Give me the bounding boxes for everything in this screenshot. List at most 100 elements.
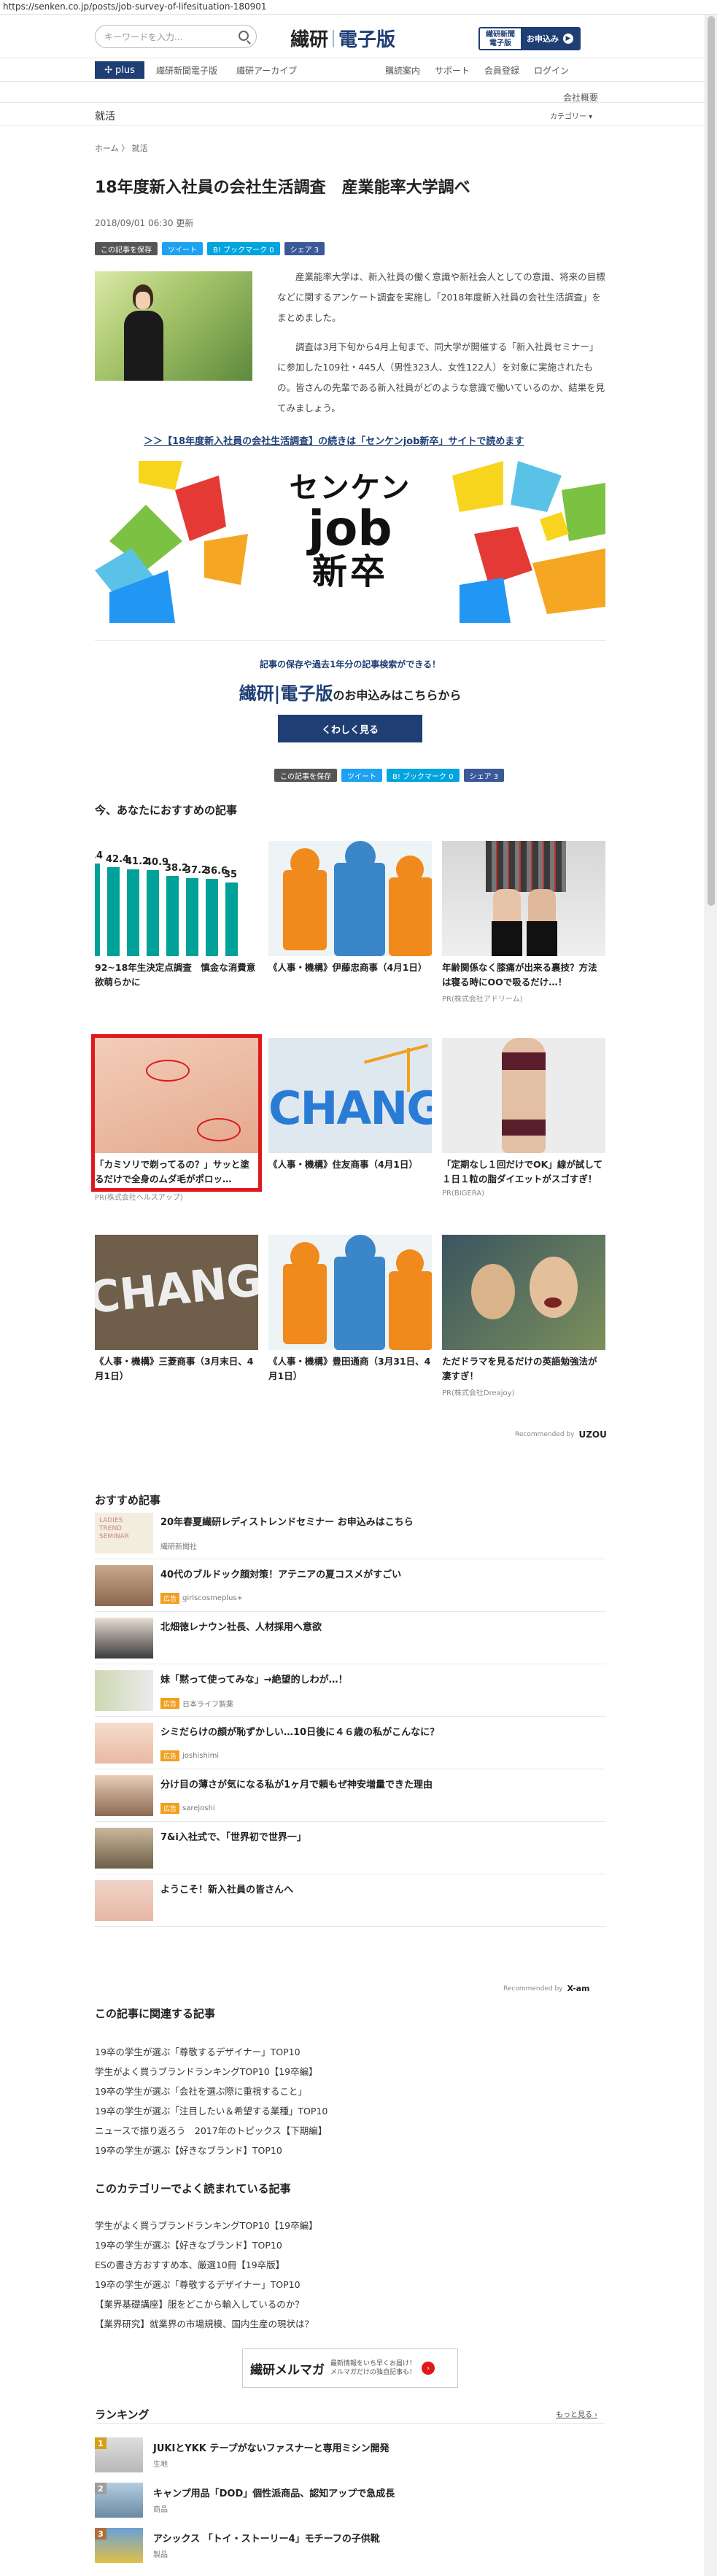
rec-card[interactable]: CHANG 《人事・機構》三菱商事（3月末日、4月1日） bbox=[95, 1235, 258, 1384]
rec-card[interactable]: CHANG 《人事・機構》住友商事（4月1日） bbox=[268, 1038, 432, 1172]
rec-card-image-change2: CHANG bbox=[95, 1235, 258, 1350]
related-link[interactable]: ニュースで振り返ろう 2017年のトピックス【下期編】 bbox=[95, 2121, 328, 2141]
subscribe-label-wrap: お申込み ▶ bbox=[521, 28, 579, 49]
plus-button[interactable]: ✢ plus bbox=[95, 61, 144, 79]
nav-bar: ✢ plus 繊研新聞電子版 繊研アーカイブ 購読案内 サポート 会員登録 ログイ… bbox=[0, 58, 705, 82]
list-item-source-name: girlscosmeplus+ bbox=[182, 1594, 244, 1602]
banner-line-3: 新卒 bbox=[311, 551, 388, 592]
arrow-right-icon: ▶ bbox=[563, 34, 573, 44]
rec-card-ad[interactable]: 「定期なし１回だけでOK」線が試して１日１粒の脂ダイエットがスゴすぎ！ PR(B… bbox=[442, 1038, 605, 1198]
nav-item-subscription[interactable]: 購読案内 bbox=[385, 64, 420, 77]
popular-link[interactable]: 19卒の学生が選ぶ「尊敬するデザイナー」TOP10 bbox=[95, 2275, 318, 2294]
rec-card-pr: PR(株式会社アドリーム) bbox=[442, 996, 523, 1004]
list-item-title: 分け目の薄さが気になる私が1ヶ月で頼もぜ神安増量できた理由 bbox=[160, 1780, 433, 1791]
facebook-share-button-bottom[interactable]: シェア 3 bbox=[463, 769, 505, 782]
popular-link[interactable]: 【業界基礎講座】服をどこから輸入しているのか？ bbox=[95, 2294, 318, 2314]
save-article-button[interactable]: この記事を保存 bbox=[95, 242, 158, 255]
nav-item-support[interactable]: サポート bbox=[435, 64, 470, 77]
list-item[interactable]: 北畑徳レナウン社長、人材採用へ意欲 bbox=[95, 1612, 605, 1664]
page-title: 18年度新入社員の会社生活調査 産業能率大学調べ bbox=[95, 179, 470, 197]
list-item-title: シミだらけの顔が恥ずかしい…10日後に４６歳の私がこんなに？ bbox=[160, 1727, 440, 1738]
ranking-item[interactable]: 3 アシックス 「トイ・ストーリー4」モチーフの子供靴 製品 bbox=[95, 2523, 605, 2567]
rec-card[interactable]: 《人事・機構》豊田通商（3月31日、4月1日） bbox=[268, 1235, 432, 1384]
rec-card-ad-highlighted[interactable]: 「カミソリで剃ってるの？」サッと塗るだけで全身のムダ毛がポロッ… PR(株式会社… bbox=[91, 1034, 262, 1202]
rank-number: 3 bbox=[95, 2528, 106, 2540]
list-item[interactable]: 40代のブルドック顔対策！アテニアの夏コスメがすごい 広告 girlscosmep… bbox=[95, 1559, 605, 1612]
ranking-item[interactable]: 1 JUKIとYKK テープがないファスナーと専用ミシン開発 生地 bbox=[95, 2433, 605, 2477]
hatena-button[interactable]: B! ブックマーク 0 bbox=[207, 242, 280, 255]
list-item[interactable]: 7&i入社式で、「世界初で世界一」 bbox=[95, 1822, 605, 1874]
related-link[interactable]: 19卒の学生が選ぶ「会社を選ぶ際に重視すること」 bbox=[95, 2082, 328, 2101]
chart-bar bbox=[95, 863, 100, 956]
search-icon[interactable] bbox=[239, 31, 249, 41]
category-dropdown[interactable]: カテゴリー ▾ bbox=[550, 110, 592, 121]
list-item-thumb bbox=[95, 1828, 153, 1869]
popular-link[interactable]: 【業界研究】就業界の市場規模、国内生産の現状は？ bbox=[95, 2314, 318, 2334]
promo-details-button[interactable]: くわしく見る bbox=[278, 715, 422, 742]
nav-item-archive[interactable]: 繊研アーカイブ bbox=[236, 64, 297, 77]
uzou-credit[interactable]: Recommended by UZOU bbox=[515, 1429, 607, 1440]
xam-credit[interactable]: Recommended by X-am bbox=[503, 1984, 590, 1993]
list-item-title: 妹「黙って使ってみな」→絶望的しわが…！ bbox=[160, 1675, 348, 1685]
ranking-heading: ランキング bbox=[95, 2408, 150, 2421]
nav-item-denshiban[interactable]: 繊研新聞電子版 bbox=[156, 64, 217, 77]
nav-item-register[interactable]: 会員登録 bbox=[484, 64, 519, 77]
list-item[interactable]: 分け目の薄さが気になる私が1ヶ月で頼もぜ神安増量できた理由 広告 sarejosh… bbox=[95, 1769, 605, 1822]
address-bar[interactable]: https://senken.co.jp/posts/job-survey-of… bbox=[0, 0, 717, 15]
rec-card-image-body bbox=[442, 1038, 605, 1153]
nav-item-login[interactable]: ログイン bbox=[534, 64, 569, 77]
popular-link[interactable]: 学生がよく買うブランドランキングTOP10【19卒編】 bbox=[95, 2216, 318, 2235]
lead-paragraph-2: 調査は3月下旬から4月上旬まで、同大学が開催する「新入社員セミナー」に参加した1… bbox=[277, 341, 605, 414]
nav-right: 購読案内 サポート 会員登録 ログイン bbox=[385, 64, 569, 77]
rec-card[interactable]: 《人事・機構》伊藤忠商事（4月1日） bbox=[268, 841, 432, 975]
subscribe-button[interactable]: 繊研新聞 電子版 お申込み ▶ bbox=[478, 27, 581, 50]
tweet-button-bottom[interactable]: ツイート bbox=[341, 769, 382, 782]
list-item[interactable]: シミだらけの顔が恥ずかしい…10日後に４６歳の私がこんなに？ 広告 joshish… bbox=[95, 1717, 605, 1769]
scrollbar[interactable] bbox=[705, 15, 717, 2576]
ranking-more-link[interactable]: もっと見る › bbox=[556, 2408, 597, 2419]
related-link[interactable]: 19卒の学生が選ぶ「尊敬するデザイナー」TOP10 bbox=[95, 2042, 328, 2062]
rec-card-pr: PR(BIGERA) bbox=[442, 1190, 485, 1198]
list-item-thumb bbox=[95, 1880, 153, 1921]
mailmagazine-banner[interactable]: 繊研メルマガ 最新情報をいち早くお届け！ メルマガだけの独自記事も！ › bbox=[242, 2348, 458, 2388]
list-item-title: 40代のブルドック顔対策！アテニアの夏コスメがすごい bbox=[160, 1570, 402, 1580]
chart-bar bbox=[147, 869, 159, 956]
ranking-item[interactable]: 2 キャンプ用品「DOD」個性派商品、認知アップで急成長 商品 bbox=[95, 2478, 605, 2522]
popular-link[interactable]: ESの書き方おすすめ本、厳選10冊【19卒版】 bbox=[95, 2255, 318, 2275]
related-link[interactable]: 学生がよく買うブランドランキングTOP10【19卒編】 bbox=[95, 2062, 328, 2082]
article-date: 2018/09/01 06:30 更新 bbox=[95, 218, 194, 228]
related-link[interactable]: 19卒の学生が選ぶ【好きなブランド】TOP10 bbox=[95, 2141, 328, 2160]
ranking-source: 生地 bbox=[153, 2461, 168, 2469]
site-logo[interactable]: 繊研 電子版 bbox=[290, 25, 395, 52]
subscribe-label: お申込み bbox=[527, 34, 559, 44]
logo-right: 電子版 bbox=[338, 29, 396, 51]
recommended-by-label-2: Recommended by bbox=[503, 1985, 563, 1993]
popular-list: 学生がよく買うブランドランキングTOP10【19卒編】 19卒の学生が選ぶ【好き… bbox=[95, 2216, 318, 2334]
rank-number: 1 bbox=[95, 2437, 106, 2449]
continue-reading-link[interactable]: ＞＞【18年度新入社員の会社生活調査】の続きは「センケンjob新卒」サイトで読め… bbox=[144, 433, 524, 447]
change-text-2: CHANG bbox=[95, 1254, 258, 1324]
facebook-share-button[interactable]: シェア 3 bbox=[284, 242, 325, 255]
nav-left: 繊研新聞電子版 繊研アーカイブ bbox=[156, 64, 297, 77]
list-item[interactable]: 妹「黙って使ってみな」→絶望的しわが…！ 広告 日本ライフ製薬 bbox=[95, 1664, 605, 1717]
tweet-button[interactable]: ツイート bbox=[162, 242, 203, 255]
list-item-thumb bbox=[95, 1670, 153, 1711]
rec-card-caption: 《人事・機構》三菱商事（3月末日、4月1日） bbox=[95, 1356, 254, 1381]
list-item[interactable]: LADIES TREND SEMINAR 20年春夏繊研レディストレンドセミナー お… bbox=[95, 1507, 605, 1559]
plus-label: plus bbox=[115, 64, 135, 76]
save-article-button-bottom[interactable]: この記事を保存 bbox=[274, 769, 337, 782]
rec-card-caption: 92~18年生決定点調査 慎金な消費意欲萌らかに bbox=[95, 962, 256, 988]
popular-link[interactable]: 19卒の学生が選ぶ【好きなブランド】TOP10 bbox=[95, 2235, 318, 2255]
rec-card-ad[interactable]: 年齢関係なく膝痛が出来る裏技？方法は寝る時にOOで吸るだけ…！ PR(株式会社ア… bbox=[442, 841, 605, 1004]
job-shinsotsu-banner[interactable]: センケン job 新卒 bbox=[95, 461, 605, 623]
list-item[interactable]: ようこそ！新入社員の皆さんへ bbox=[95, 1874, 605, 1927]
list-item-source: 広告 girlscosmeplus+ bbox=[160, 1593, 243, 1604]
section-bar: 就活 カテゴリー ▾ bbox=[0, 102, 705, 125]
hatena-button-bottom[interactable]: B! ブックマーク 0 bbox=[387, 769, 460, 782]
breadcrumb[interactable]: ホーム 〉 就活 bbox=[95, 142, 605, 154]
related-link[interactable]: 19卒の学生が選ぶ「注目したい＆希望する業種」TOP10 bbox=[95, 2101, 328, 2121]
search-input[interactable]: キーワードを入力... bbox=[95, 25, 257, 48]
scrollbar-thumb[interactable] bbox=[708, 16, 715, 906]
rec-card[interactable]: 0.442.441.240.938.237.236.635 92~18年生決定点… bbox=[95, 841, 258, 990]
rec-card-ad[interactable]: ただドラマを見るだけの英語勉強法が凄すぎ！ PR(株式会社Dreajoy) bbox=[442, 1235, 605, 1397]
